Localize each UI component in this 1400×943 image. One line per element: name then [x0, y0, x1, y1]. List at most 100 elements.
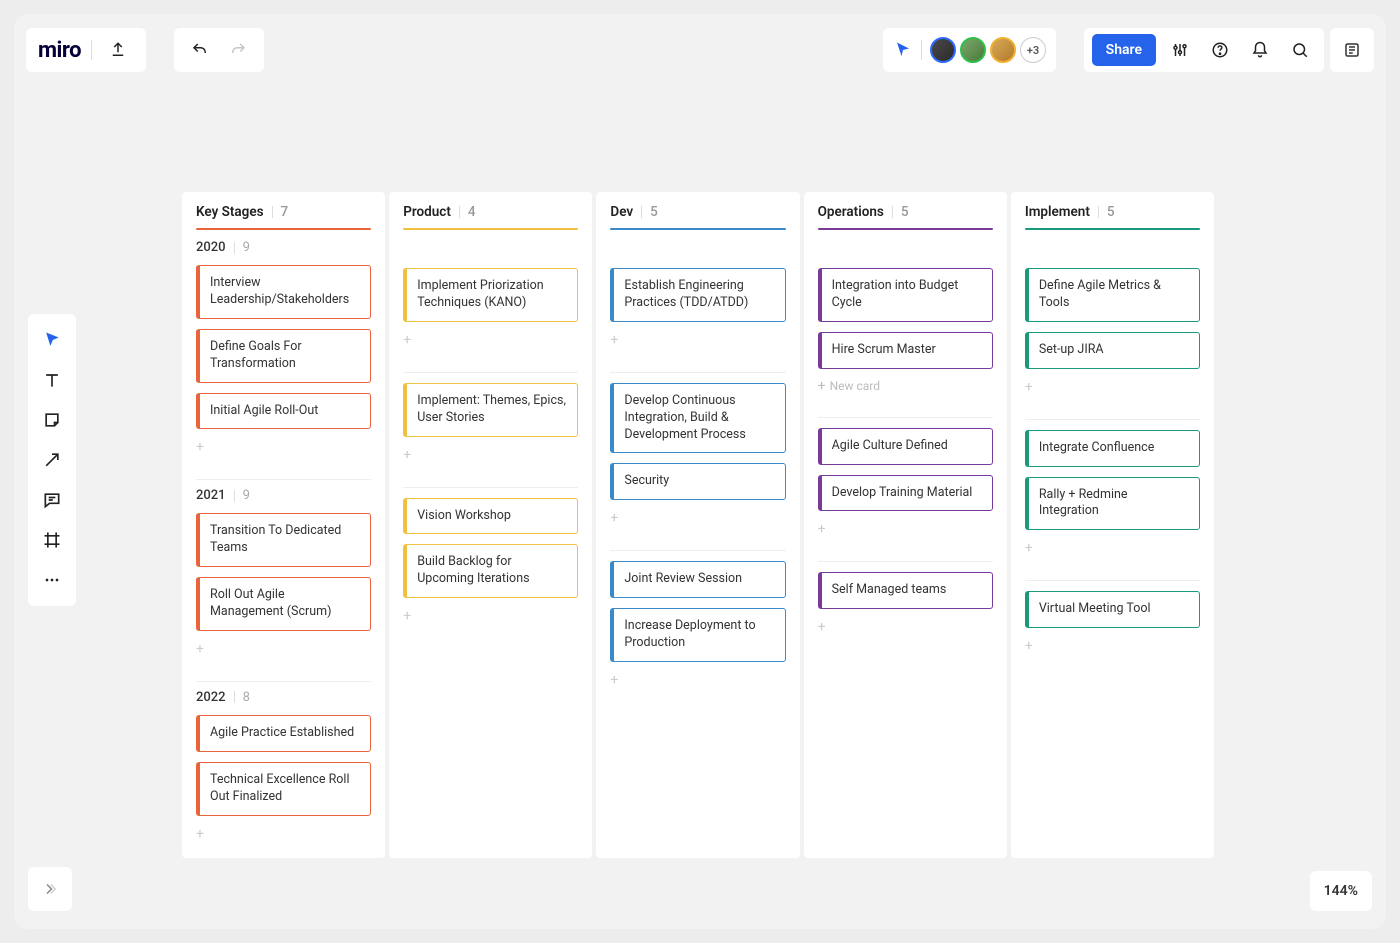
- add-card-icon[interactable]: +: [818, 619, 993, 635]
- row-header[interactable]: 20228: [196, 690, 371, 705]
- add-card-icon[interactable]: +: [818, 521, 993, 537]
- card[interactable]: Security: [610, 463, 785, 500]
- column-count: 5: [901, 204, 909, 220]
- divider: [234, 691, 235, 703]
- column-count: 5: [1107, 204, 1115, 220]
- row-divider: [610, 550, 785, 551]
- divider: [1098, 206, 1099, 218]
- plus-icon: +: [818, 379, 826, 393]
- bell-icon[interactable]: [1244, 34, 1276, 66]
- zoom-level[interactable]: 144%: [1310, 871, 1372, 911]
- kanban-column: Product4 Implement Priorization Technique…: [389, 192, 592, 858]
- add-card-icon[interactable]: +: [196, 439, 371, 455]
- panel-toggle[interactable]: [1330, 28, 1374, 72]
- divider: [234, 490, 235, 502]
- card[interactable]: Implement: Themes, Epics, User Stories: [403, 383, 578, 437]
- row-divider: [403, 372, 578, 373]
- add-card-icon[interactable]: +: [403, 332, 578, 348]
- avatar[interactable]: [930, 37, 956, 63]
- upload-icon[interactable]: [102, 34, 134, 66]
- card[interactable]: Set-up JIRA: [1025, 332, 1200, 369]
- row-year: 2021: [196, 488, 226, 503]
- more-tools-icon[interactable]: [34, 562, 70, 598]
- card[interactable]: Vision Workshop: [403, 498, 578, 535]
- card[interactable]: Joint Review Session: [610, 561, 785, 598]
- arrow-tool-icon[interactable]: [34, 442, 70, 478]
- card[interactable]: Implement Priorization Techniques (KANO): [403, 268, 578, 322]
- card[interactable]: Agile Culture Defined: [818, 428, 993, 465]
- add-card-icon[interactable]: +: [196, 641, 371, 657]
- add-card-icon[interactable]: +: [610, 332, 785, 348]
- card[interactable]: Increase Deployment to Production: [610, 608, 785, 662]
- column-header[interactable]: Product4: [403, 204, 578, 220]
- search-icon[interactable]: [1284, 34, 1316, 66]
- app-logo: miro: [38, 38, 81, 63]
- avatar[interactable]: [990, 37, 1016, 63]
- card[interactable]: Self Managed teams: [818, 572, 993, 609]
- card[interactable]: Develop Continuous Integration, Build & …: [610, 383, 785, 454]
- card[interactable]: Develop Training Material: [818, 475, 993, 512]
- kanban-column: Operations5 Integration into Budget Cycle…: [804, 192, 1007, 858]
- card[interactable]: Define Goals For Transformation: [196, 329, 371, 383]
- add-card-icon[interactable]: +: [610, 672, 785, 688]
- frame-tool-icon[interactable]: [34, 522, 70, 558]
- select-tool-icon[interactable]: [34, 322, 70, 358]
- new-card-button[interactable]: +New card: [818, 379, 993, 393]
- card[interactable]: Technical Excellence Roll Out Finalized: [196, 762, 371, 816]
- card[interactable]: Define Agile Metrics & Tools: [1025, 268, 1200, 322]
- settings-icon[interactable]: [1164, 34, 1196, 66]
- card[interactable]: Integrate Confluence: [1025, 430, 1200, 467]
- avatar[interactable]: [960, 37, 986, 63]
- card[interactable]: Build Backlog for Upcoming Iterations: [403, 544, 578, 598]
- card[interactable]: Roll Out Agile Management (Scrum): [196, 577, 371, 631]
- row-count: 9: [243, 488, 250, 503]
- card[interactable]: Hire Scrum Master: [818, 332, 993, 369]
- divider: [91, 40, 92, 60]
- redo-icon[interactable]: [222, 34, 254, 66]
- column-header[interactable]: Implement5: [1025, 204, 1200, 220]
- expand-toolbar-icon[interactable]: [28, 867, 72, 911]
- add-card-icon[interactable]: +: [403, 447, 578, 463]
- card[interactable]: Virtual Meeting Tool: [1025, 591, 1200, 628]
- card[interactable]: Transition To Dedicated Teams: [196, 513, 371, 567]
- avatar-stack: +3: [930, 37, 1046, 63]
- column-underline: [818, 228, 993, 230]
- card[interactable]: Initial Agile Roll-Out: [196, 393, 371, 430]
- add-card-icon[interactable]: +: [1025, 540, 1200, 556]
- row-divider: [403, 487, 578, 488]
- cursor-indicator-icon[interactable]: [893, 41, 913, 59]
- card[interactable]: Integration into Budget Cycle: [818, 268, 993, 322]
- row-year: 2022: [196, 690, 226, 705]
- column-header[interactable]: Dev5: [610, 204, 785, 220]
- add-card-icon[interactable]: +: [1025, 638, 1200, 654]
- row-divider: [1025, 580, 1200, 581]
- sticky-tool-icon[interactable]: [34, 402, 70, 438]
- column-count: 5: [650, 204, 658, 220]
- row-header[interactable]: 2021 9: [196, 488, 371, 503]
- divider: [892, 206, 893, 218]
- card[interactable]: Establish Engineering Practices (TDD/ATD…: [610, 268, 785, 322]
- divider: [641, 206, 642, 218]
- card[interactable]: Interview Leadership/Stakeholders: [196, 265, 371, 319]
- card[interactable]: Agile Practice Established: [196, 715, 371, 752]
- column-underline: [1025, 228, 1200, 230]
- card[interactable]: Rally + Redmine Integration: [1025, 477, 1200, 531]
- add-card-icon[interactable]: +: [196, 826, 371, 842]
- row-count: 9: [243, 240, 250, 255]
- add-card-icon[interactable]: +: [403, 608, 578, 624]
- share-button[interactable]: Share: [1092, 34, 1156, 66]
- avatar-overflow[interactable]: +3: [1020, 37, 1046, 63]
- text-tool-icon[interactable]: [34, 362, 70, 398]
- row-header[interactable]: 20209: [196, 240, 371, 255]
- column-underline: [403, 228, 578, 230]
- undo-icon[interactable]: [184, 34, 216, 66]
- column-header[interactable]: Operations5: [818, 204, 993, 220]
- comment-tool-icon[interactable]: [34, 482, 70, 518]
- row-divider: [818, 417, 993, 418]
- divider: [272, 206, 273, 218]
- add-card-icon[interactable]: +: [1025, 379, 1200, 395]
- column-header[interactable]: Key Stages7: [196, 204, 371, 220]
- add-card-icon[interactable]: +: [610, 510, 785, 526]
- help-icon[interactable]: [1204, 34, 1236, 66]
- top-actions: Share: [1084, 28, 1324, 72]
